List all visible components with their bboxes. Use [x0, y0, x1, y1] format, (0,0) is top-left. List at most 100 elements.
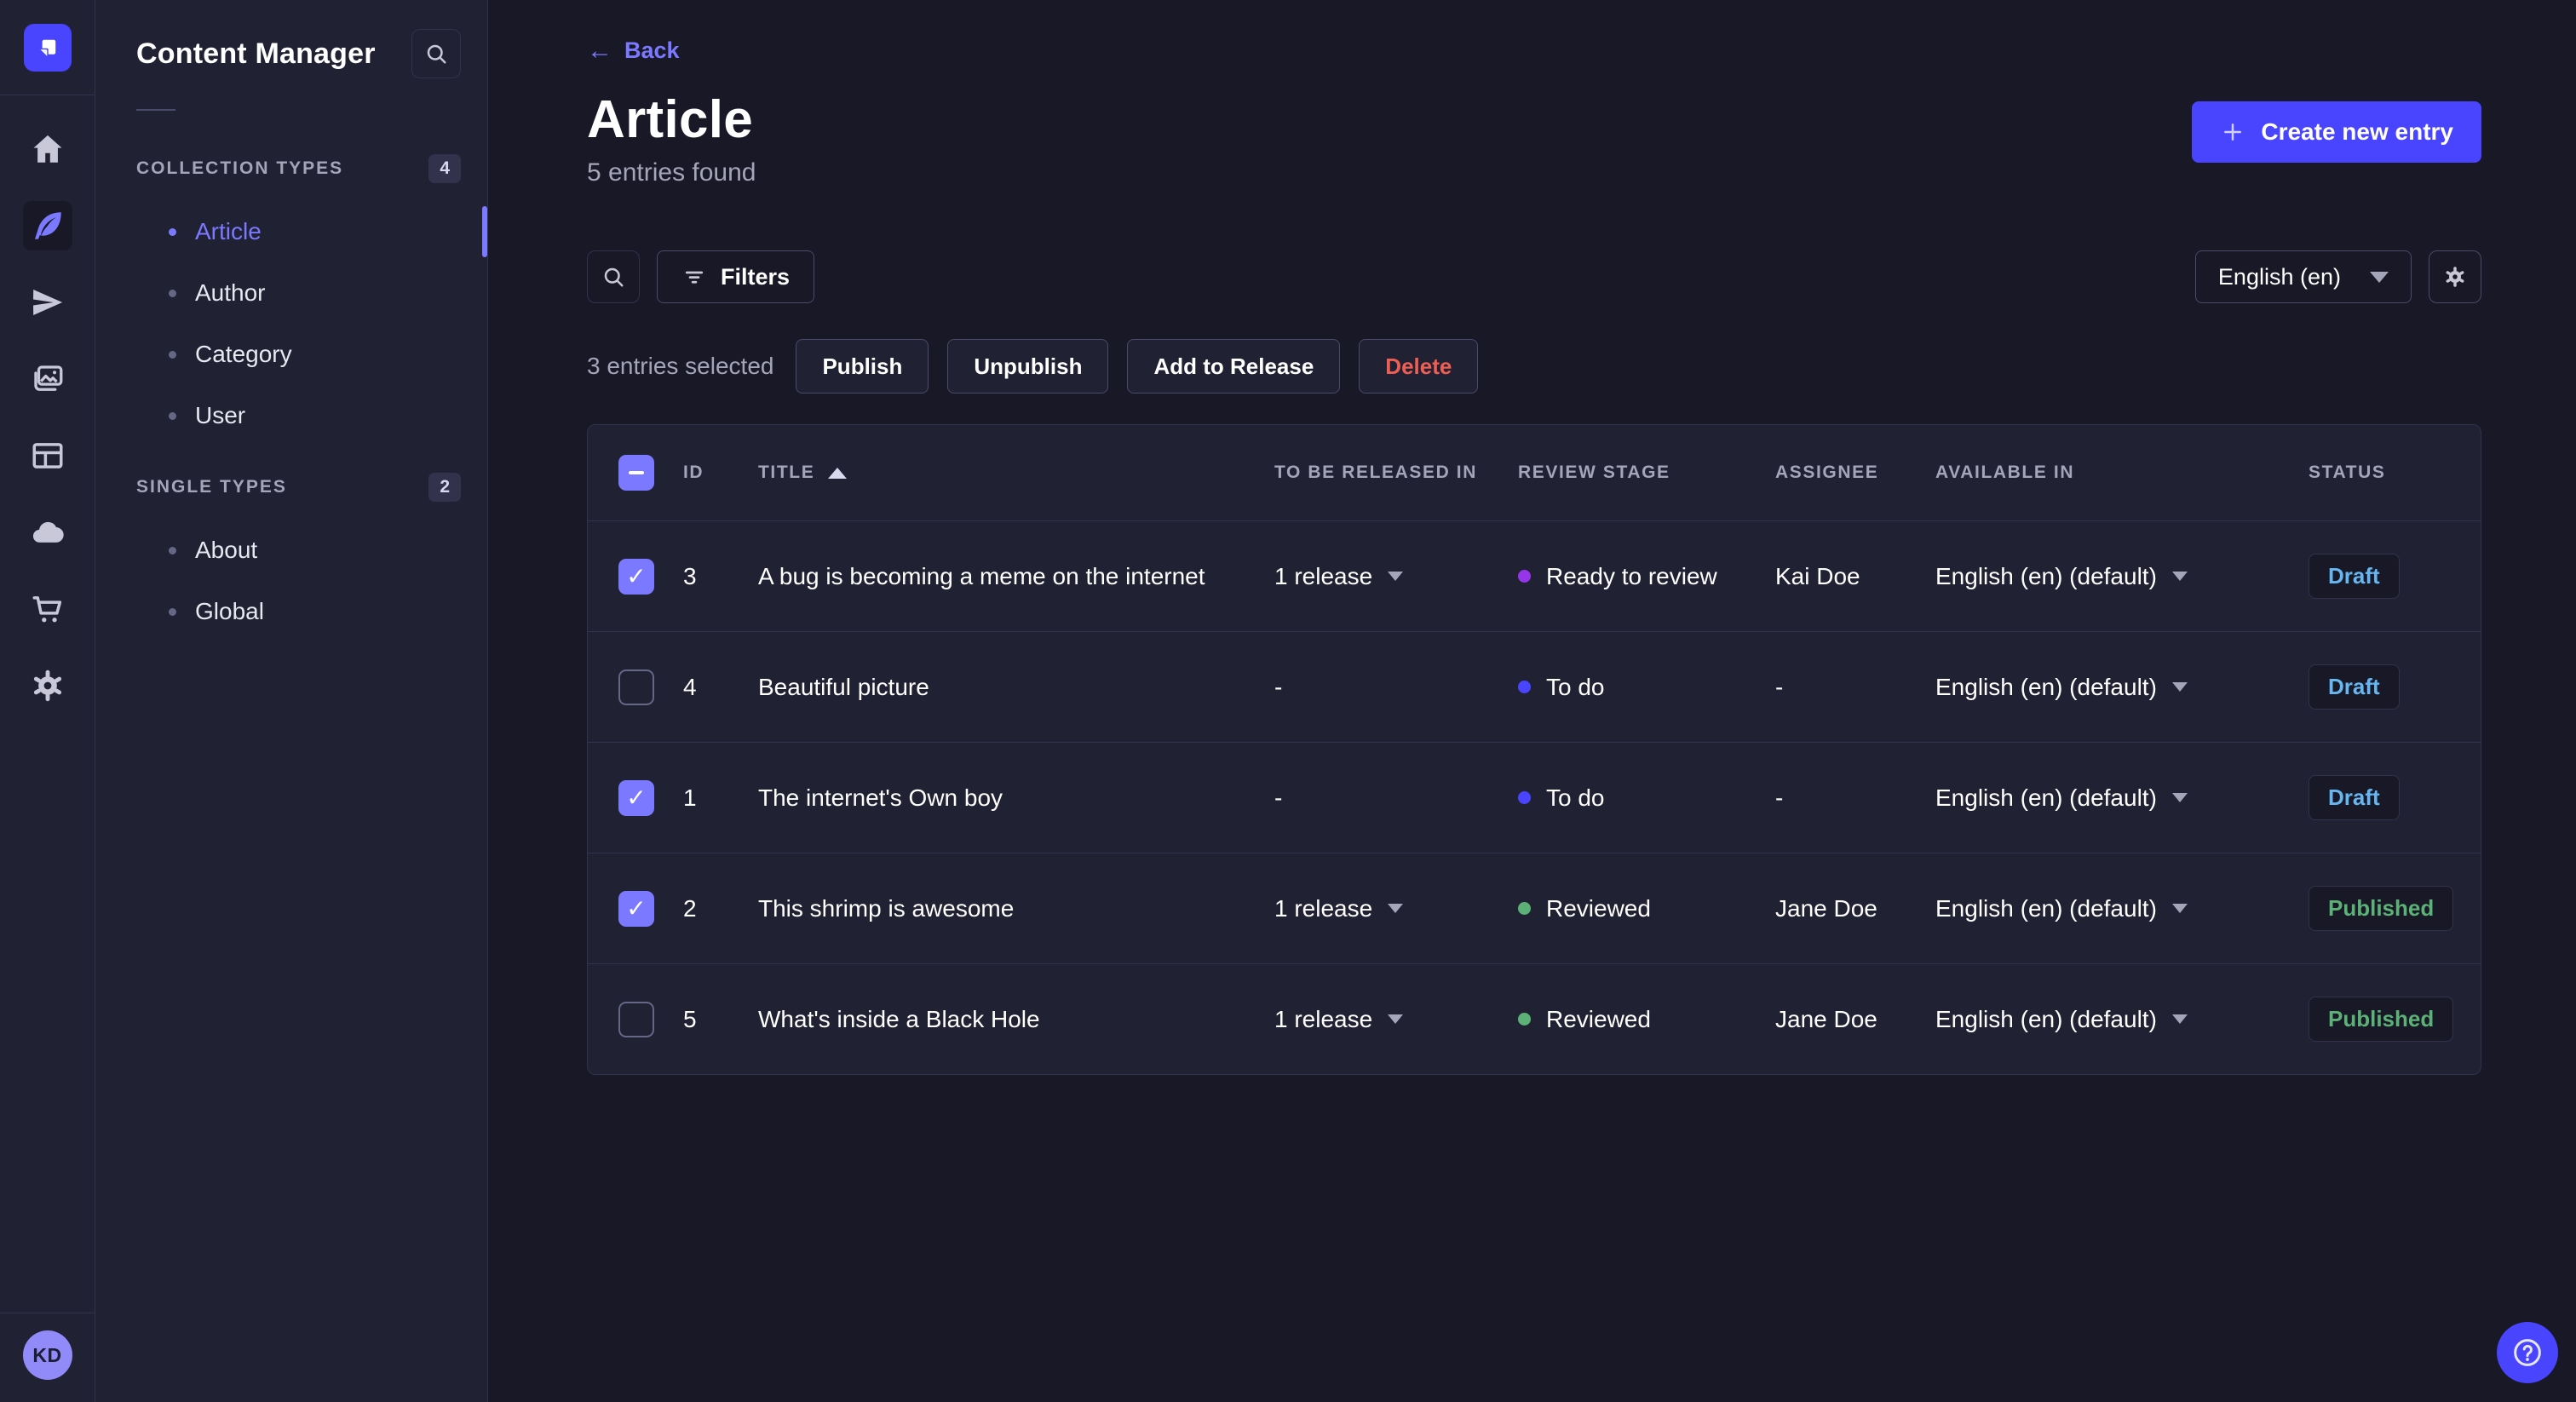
locale-value: English (en) [2217, 263, 2341, 290]
table-row: ✓ 3 A bug is becoming a meme on the inte… [588, 520, 2481, 631]
locale-select[interactable]: English (en) [2194, 250, 2412, 303]
cell-available-in[interactable]: English (en) (default) [1935, 563, 2309, 590]
row-checkbox[interactable]: ✓ [618, 1001, 654, 1037]
app-root: KD Content Manager COLLECTION TYPES 4 Ar… [0, 0, 2576, 1402]
media-library-icon[interactable] [23, 354, 72, 404]
cell-assignee: Kai Doe [1775, 562, 1860, 589]
main-nav-rail: KD [0, 0, 95, 1402]
strapi-logo[interactable] [23, 23, 72, 72]
chevron-down-icon [2171, 904, 2188, 913]
column-header-available-in[interactable]: AVAILABLE IN [1935, 463, 2309, 483]
marketplace-cart-icon[interactable] [23, 584, 72, 634]
filters-button[interactable]: Filters [657, 250, 815, 303]
cell-review-stage: To do [1518, 674, 1775, 701]
stage-dot [1518, 1013, 1531, 1026]
column-header-id[interactable]: ID [683, 463, 758, 483]
user-avatar[interactable]: KD [22, 1330, 72, 1380]
back-label: Back [624, 37, 680, 63]
cell-to-be-released-in[interactable]: 1 release [1274, 1006, 1518, 1033]
section-label: SINGLE TYPES [136, 477, 287, 497]
back-link[interactable]: ← Back [587, 37, 680, 64]
table-row: ✓ 4 Beautiful picture - To do - English … [588, 631, 2481, 742]
transfer-icon[interactable] [23, 278, 72, 327]
help-button[interactable] [2497, 1322, 2558, 1383]
selection-count: 3 entries selected [587, 353, 774, 379]
collection-types-section: COLLECTION TYPES 4 Article Author Catego… [95, 145, 487, 446]
table-row: ✓ 5 What's inside a Black Hole 1 release… [588, 963, 2481, 1074]
row-checkbox[interactable]: ✓ [618, 890, 654, 927]
sidebar-search-button[interactable] [411, 29, 461, 78]
delete-button[interactable]: Delete [1359, 339, 1479, 394]
search-entries-button[interactable] [587, 250, 640, 303]
cell-to-be-released-in[interactable]: - [1274, 674, 1518, 701]
cell-title: Beautiful picture [758, 673, 929, 700]
section-count-badge: 2 [428, 473, 461, 502]
column-header-to-be-released-in[interactable]: TO BE RELEASED IN [1274, 463, 1518, 483]
sidebar-item-article[interactable]: Article [136, 201, 487, 262]
bullet-icon [169, 546, 176, 554]
cell-available-in[interactable]: English (en) (default) [1935, 895, 2309, 922]
cell-id: 2 [683, 894, 697, 922]
sidebar-item-author[interactable]: Author [136, 262, 461, 324]
row-checkbox[interactable]: ✓ [618, 558, 654, 595]
section-label: COLLECTION TYPES [136, 158, 344, 178]
cell-available-in[interactable]: English (en) (default) [1935, 1006, 2309, 1033]
sidebar-item-user[interactable]: User [136, 385, 461, 446]
cell-id: 3 [683, 562, 697, 589]
cell-to-be-released-in[interactable]: 1 release [1274, 563, 1518, 590]
cell-to-be-released-in[interactable]: 1 release [1274, 895, 1518, 922]
section-count-badge: 4 [428, 154, 461, 183]
cell-id: 5 [683, 1005, 697, 1032]
cell-assignee: Jane Doe [1775, 894, 1877, 922]
settings-gear-icon[interactable] [23, 661, 72, 710]
sort-ascending-icon [828, 467, 848, 479]
page-title: Article [587, 90, 754, 149]
unpublish-button[interactable]: Unpublish [947, 339, 1109, 394]
status-badge: Draft [2309, 554, 2400, 599]
cloud-icon[interactable] [23, 508, 72, 557]
rail-nav-items [22, 124, 72, 710]
sidebar-item-category[interactable]: Category [136, 324, 461, 385]
single-types-section: SINGLE TYPES 2 About Global [95, 463, 487, 642]
sidebar-divider [136, 109, 175, 111]
chevron-down-icon [2171, 682, 2188, 692]
home-icon[interactable] [23, 124, 72, 174]
sidebar-item-global[interactable]: Global [136, 581, 461, 642]
cell-available-in[interactable]: English (en) (default) [1935, 784, 2309, 812]
chevron-down-icon [1388, 572, 1404, 581]
column-header-assignee[interactable]: ASSIGNEE [1775, 463, 1935, 483]
cell-id: 4 [683, 673, 697, 700]
publish-button[interactable]: Publish [796, 339, 929, 394]
sidebar-item-about[interactable]: About [136, 520, 461, 581]
status-badge: Draft [2309, 775, 2400, 820]
content-manager-sidebar: Content Manager COLLECTION TYPES 4 Artic… [95, 0, 488, 1402]
sidebar-item-label: Author [195, 279, 266, 306]
cell-to-be-released-in[interactable]: - [1274, 784, 1518, 812]
create-new-entry-button[interactable]: Create new entry [2192, 101, 2481, 163]
select-all-checkbox[interactable]: ✓ [618, 455, 654, 491]
cell-assignee: - [1775, 673, 1784, 700]
entries-table: ✓ ID TITLE TO BE RELEASED IN REVIEW STAG… [587, 424, 2481, 1075]
sidebar-item-label: About [195, 537, 258, 563]
cell-title: The internet's Own boy [758, 784, 1003, 811]
cell-assignee: Jane Doe [1775, 1005, 1877, 1032]
filter-icon [685, 271, 704, 284]
bullet-icon [169, 350, 176, 359]
sidebar-item-label: User [195, 402, 246, 428]
search-icon [604, 267, 624, 287]
content-type-builder-icon[interactable] [23, 431, 72, 480]
add-to-release-button[interactable]: Add to Release [1127, 339, 1341, 394]
row-checkbox[interactable]: ✓ [618, 779, 654, 816]
chevron-down-icon [1388, 1014, 1404, 1024]
column-header-status[interactable]: STATUS [2309, 463, 2481, 483]
row-checkbox[interactable]: ✓ [618, 669, 654, 705]
cell-title: A bug is becoming a meme on the internet [758, 562, 1205, 589]
chevron-down-icon [2171, 1014, 2188, 1024]
column-header-title[interactable]: TITLE [758, 463, 1274, 483]
content-manager-icon[interactable] [22, 201, 72, 250]
question-mark-icon [2514, 1339, 2541, 1366]
bullet-icon [169, 227, 176, 236]
view-settings-button[interactable] [2429, 250, 2481, 303]
column-header-review-stage[interactable]: REVIEW STAGE [1518, 463, 1775, 483]
cell-available-in[interactable]: English (en) (default) [1935, 674, 2309, 701]
